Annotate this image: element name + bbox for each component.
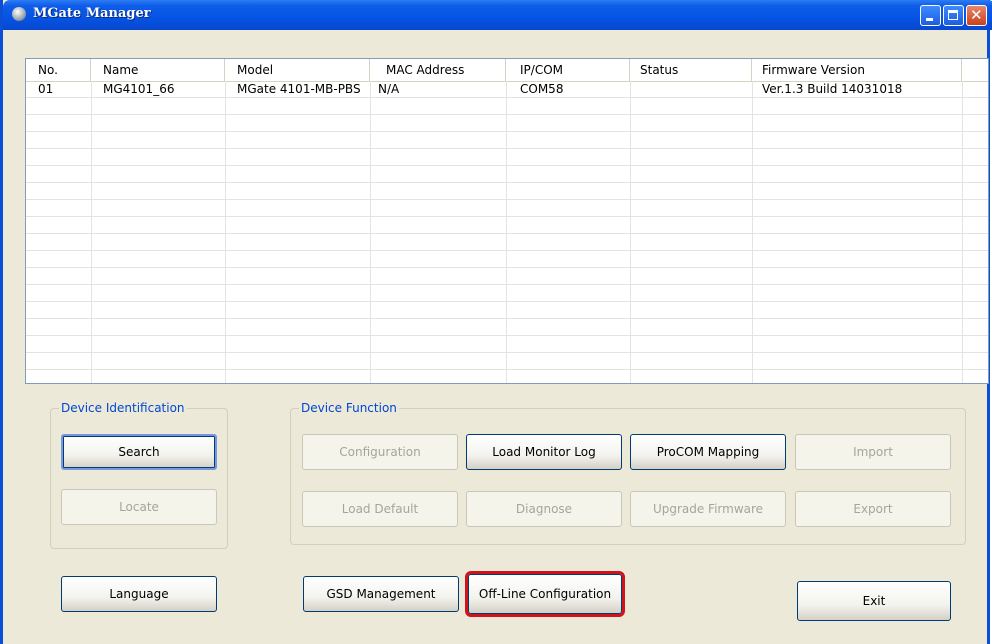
- procom-mapping-button[interactable]: ProCOM Mapping: [630, 434, 786, 470]
- language-button[interactable]: Language: [61, 576, 217, 612]
- device-list-header: No. Name Model MAC Address IP/COM Status…: [26, 59, 988, 82]
- grid-line: [26, 319, 988, 336]
- gsd-management-button[interactable]: GSD Management: [303, 576, 459, 612]
- column-header-no[interactable]: No.: [26, 59, 91, 81]
- close-icon[interactable]: ✕: [966, 5, 987, 26]
- search-button[interactable]: Search: [61, 434, 217, 470]
- configuration-button[interactable]: Configuration: [302, 434, 458, 470]
- cell-firmware-version: Ver.1.3 Build 14031018: [762, 82, 903, 96]
- window-title: MGate Manager: [33, 6, 151, 21]
- grid-line: [26, 353, 988, 370]
- grid-line: [26, 98, 988, 115]
- column-divider: [630, 81, 631, 383]
- minimize-icon[interactable]: [920, 5, 941, 26]
- column-header-name[interactable]: Name: [91, 59, 225, 81]
- app-icon: [12, 7, 26, 21]
- cell-status: [630, 81, 642, 98]
- load-monitor-log-button[interactable]: Load Monitor Log: [466, 434, 622, 470]
- column-divider: [91, 81, 92, 383]
- grid-line: [26, 251, 988, 268]
- upgrade-firmware-button[interactable]: Upgrade Firmware: [630, 491, 786, 527]
- column-header-filler: [962, 59, 988, 81]
- cell-ip-com: COM58: [520, 82, 564, 96]
- table-row[interactable]: 01 MG4101_66 MGate 4101-MB-PBS N/A COM58…: [26, 81, 988, 98]
- cell-mac-address: N/A: [378, 82, 400, 96]
- cell-model: MGate 4101-MB-PBS: [237, 82, 361, 96]
- locate-button[interactable]: Locate: [61, 489, 217, 525]
- grid-line: [26, 302, 988, 319]
- grid-line: [26, 132, 988, 149]
- grid-line: [26, 183, 988, 200]
- column-divider: [962, 81, 963, 383]
- grid-line: [26, 149, 988, 166]
- column-header-status[interactable]: Status: [630, 59, 752, 81]
- title-bar[interactable]: MGate Manager ✕: [3, 0, 992, 30]
- cell-no: 01: [38, 82, 54, 96]
- device-function-legend: Device Function: [301, 401, 397, 415]
- grid-line: [26, 268, 988, 285]
- column-divider: [752, 81, 753, 383]
- grid-line: [26, 336, 988, 353]
- exit-button[interactable]: Exit: [797, 581, 951, 621]
- column-header-ip-com[interactable]: IP/COM: [506, 59, 630, 81]
- maximize-icon[interactable]: [943, 5, 964, 26]
- column-header-firmware-version[interactable]: Firmware Version: [752, 59, 962, 81]
- diagnose-button[interactable]: Diagnose: [466, 491, 622, 527]
- grid-line: [26, 166, 988, 183]
- mgate-manager-window: MGate Manager ✕ No. Name Model MAC Addre…: [0, 0, 992, 644]
- column-header-model[interactable]: Model: [225, 59, 370, 81]
- grid-line: [26, 115, 988, 132]
- export-button[interactable]: Export: [795, 491, 951, 527]
- cell-name: MG4101_66: [103, 82, 175, 96]
- import-button[interactable]: Import: [795, 434, 951, 470]
- column-header-mac-address[interactable]: MAC Address: [370, 59, 506, 81]
- column-divider: [370, 81, 371, 383]
- grid-line: [26, 200, 988, 217]
- device-identification-group: Device Identification: [50, 401, 228, 549]
- device-identification-legend: Device Identification: [61, 401, 185, 415]
- grid-line: [26, 234, 988, 251]
- grid-line: [26, 217, 988, 234]
- column-divider: [506, 81, 507, 383]
- device-list[interactable]: No. Name Model MAC Address IP/COM Status…: [25, 58, 989, 384]
- load-default-button[interactable]: Load Default: [302, 491, 458, 527]
- off-line-configuration-button[interactable]: Off-Line Configuration: [465, 571, 625, 617]
- column-divider: [225, 81, 226, 383]
- grid-line: [26, 285, 988, 302]
